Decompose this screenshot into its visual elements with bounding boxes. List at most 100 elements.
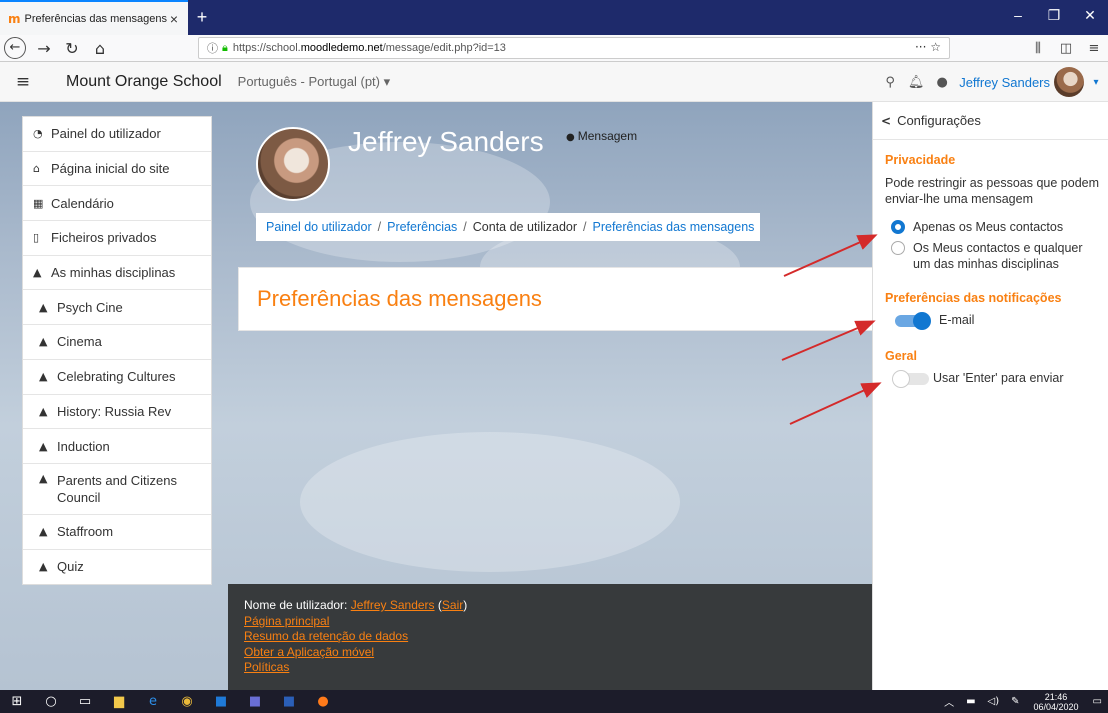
- graduation-cap-icon: ▲: [39, 560, 48, 574]
- chevron-left-icon[interactable]: <: [881, 114, 891, 128]
- graduation-cap-icon: ▲: [39, 335, 48, 349]
- nav-calendar[interactable]: ▦ Calendário: [23, 186, 211, 222]
- nav-course-induction[interactable]: ▲ Induction: [23, 429, 211, 464]
- logout-link[interactable]: Sair: [442, 598, 463, 612]
- enter-to-send-toggle[interactable]: [892, 370, 929, 388]
- breadcrumb-preferences[interactable]: Preferências: [387, 220, 457, 234]
- breadcrumb-message-preferences[interactable]: Preferências das mensagens: [593, 220, 755, 234]
- teams-icon[interactable]: ■: [238, 694, 272, 709]
- tray-chevron-icon[interactable]: ︿: [944, 694, 954, 709]
- nav-course-psych-cine[interactable]: ▲ Psych Cine: [23, 290, 211, 326]
- forward-button[interactable]: →: [30, 39, 58, 58]
- nav-my-courses[interactable]: ▲ As minhas disciplinas: [23, 256, 211, 291]
- footer-user-link[interactable]: Jeffrey Sanders: [351, 598, 435, 612]
- library-icon[interactable]: ⫼: [1024, 41, 1052, 56]
- restore-icon[interactable]: ❐: [1036, 0, 1072, 30]
- home-button[interactable]: ⌂: [86, 39, 114, 58]
- background-cloud: [300, 432, 680, 572]
- browser-tab[interactable]: m Preferências das mensagens ×: [0, 0, 188, 35]
- nav-course-history-russia-rev[interactable]: ▲ History: Russia Rev: [23, 395, 211, 430]
- url-path: /message/edit.php?id=13: [382, 42, 506, 54]
- chrome-browser-icon[interactable]: ◉: [170, 694, 204, 709]
- nav-course-staffroom[interactable]: ▲ Staffroom: [23, 515, 211, 550]
- reload-button[interactable]: ↻: [58, 39, 86, 58]
- hamburger-menu-icon[interactable]: ≡: [6, 72, 40, 92]
- email-toggle-label[interactable]: E-mail: [939, 313, 974, 327]
- nav-course-parents-council[interactable]: ▲ Parents and Citizens Council: [23, 464, 211, 515]
- profile-avatar[interactable]: [256, 127, 330, 201]
- graduation-cap-icon: ▲: [39, 525, 48, 539]
- nav-course-cinema[interactable]: ▲ Cinema: [23, 325, 211, 360]
- page-actions-icon[interactable]: ··· ☆: [915, 40, 941, 54]
- edge-browser-icon[interactable]: e: [136, 694, 170, 709]
- sidebar-icon[interactable]: ◫: [1052, 41, 1080, 56]
- browser-toolbar-right: ⫼ ◫ ≡: [1024, 35, 1108, 62]
- notifications-bell-icon[interactable]: 🔔︎: [903, 75, 929, 90]
- radio-my-contacts-only-label[interactable]: Apenas os Meus contactos: [913, 219, 1103, 235]
- url-bar[interactable]: ⓘ 🔒︎ https://school. moodledemo.net/messa…: [198, 37, 950, 59]
- settings-drawer-header[interactable]: < Configurações: [873, 102, 1108, 140]
- footer-policies-link[interactable]: Políticas: [244, 660, 289, 674]
- enter-to-send-label[interactable]: Usar 'Enter' para enviar: [933, 371, 1064, 385]
- radio-my-contacts-only[interactable]: [891, 220, 905, 234]
- breadcrumb-dashboard[interactable]: Painel do utilizador: [266, 220, 372, 234]
- tray-volume-icon[interactable]: ◁): [988, 696, 1000, 707]
- header-avatar[interactable]: [1054, 67, 1084, 97]
- footer-home-link[interactable]: Página principal: [244, 614, 329, 628]
- info-icon[interactable]: ⓘ: [207, 40, 218, 56]
- nav-course-celebrating-cultures[interactable]: ▲ Celebrating Cultures: [23, 360, 211, 395]
- header-user-name[interactable]: Jeffrey Sanders: [959, 75, 1050, 90]
- taskbar-search-icon[interactable]: ○: [34, 694, 68, 709]
- footer-mobile-app-link[interactable]: Obter a Aplicação móvel: [244, 645, 374, 659]
- close-tab-icon[interactable]: ×: [170, 11, 178, 27]
- calendar-icon: ▦: [33, 196, 44, 210]
- dashboard-icon: ◔: [33, 127, 43, 141]
- radio-contacts-and-courses[interactable]: [891, 241, 905, 255]
- system-clock[interactable]: 21:46 06/04/2020: [1034, 692, 1079, 712]
- left-navigation: ◔ Painel do utilizador ⌂ Página inicial do…: [22, 116, 212, 586]
- menu-icon[interactable]: ≡: [1080, 41, 1108, 56]
- search-icon[interactable]: ⚲: [877, 75, 903, 90]
- browser-nav-bar: ← → ↻ ⌂ ⓘ 🔒︎ https://school. moodledemo.n…: [0, 35, 1108, 62]
- firefox-icon[interactable]: ●: [306, 694, 340, 709]
- word-icon[interactable]: ■: [272, 694, 306, 709]
- nav-site-home[interactable]: ⌂ Página inicial do site: [23, 152, 211, 187]
- new-tab-button[interactable]: +: [188, 0, 216, 35]
- email-toggle[interactable]: [895, 312, 931, 330]
- messages-icon[interactable]: ●: [929, 75, 955, 90]
- browser-tab-title: Preferências das mensagens: [24, 12, 167, 25]
- file-explorer-icon[interactable]: ▆: [102, 694, 136, 709]
- graduation-cap-icon: ▲: [33, 266, 42, 280]
- task-view-icon[interactable]: ▭: [68, 694, 102, 709]
- privacy-description: Pode restringir as pessoas que podem env…: [885, 176, 1100, 206]
- site-name[interactable]: Mount Orange School: [66, 73, 222, 91]
- graduation-cap-icon: ▲: [39, 439, 48, 453]
- close-window-icon[interactable]: ✕: [1072, 0, 1108, 30]
- message-link[interactable]: ● Mensagem: [566, 129, 637, 143]
- notification-center-icon[interactable]: ▭: [1093, 696, 1102, 707]
- toggle-knob: [892, 370, 910, 388]
- nav-private-files[interactable]: ▯ Ficheiros privados: [23, 221, 211, 256]
- window-controls: – ❐ ✕: [1000, 0, 1108, 30]
- logged-in-info: Nome de utilizador: Jeffrey Sanders (Sai…: [244, 598, 468, 612]
- nav-course-quiz[interactable]: ▲ Quiz: [23, 550, 211, 585]
- back-button[interactable]: ←: [4, 37, 26, 59]
- profile-name: Jeffrey Sanders: [348, 126, 544, 157]
- outlook-icon[interactable]: ■: [204, 694, 238, 709]
- privacy-heading: Privacidade: [885, 153, 956, 167]
- graduation-cap-icon: ▲: [39, 404, 48, 418]
- tray-network-icon[interactable]: ▬: [966, 696, 975, 707]
- radio-contacts-and-courses-label[interactable]: Os Meus contactos e qualquer um das minh…: [913, 240, 1103, 272]
- site-header: ≡ Mount Orange School Português - Portug…: [0, 62, 1108, 102]
- nav-dashboard[interactable]: ◔ Painel do utilizador: [23, 117, 211, 152]
- page-title-box: Preferências das mensagens: [238, 267, 872, 331]
- minimize-icon[interactable]: –: [1000, 0, 1036, 30]
- language-selector[interactable]: Português - Portugal (pt) ▾: [238, 74, 390, 90]
- breadcrumb-separator: /: [377, 220, 382, 234]
- url-domain: moodledemo.net: [300, 42, 383, 54]
- tray-pen-icon[interactable]: ✎: [1011, 696, 1019, 707]
- user-menu-caret-icon[interactable]: ▾: [1084, 77, 1108, 88]
- windows-taskbar: ⊞ ○ ▭ ▆ e ◉ ■ ■ ■ ● ︿ ▬ ◁) ✎ 21:46 06/04…: [0, 690, 1108, 713]
- footer-data-retention-link[interactable]: Resumo da retenção de dados: [244, 629, 408, 643]
- windows-start-icon[interactable]: ⊞: [0, 694, 34, 709]
